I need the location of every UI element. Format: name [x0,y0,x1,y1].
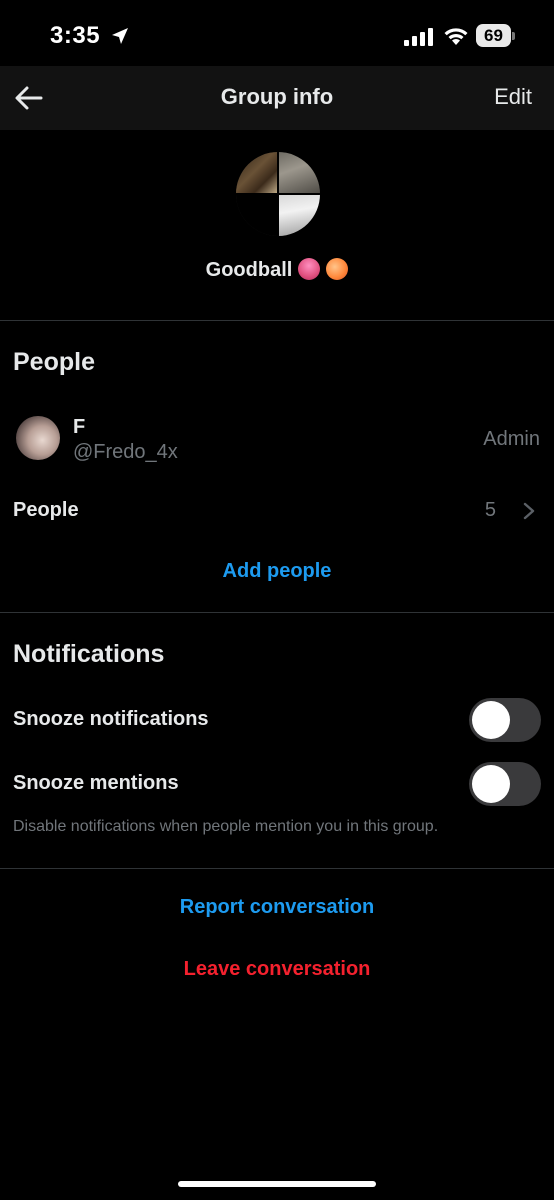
signal-icon [404,28,433,46]
group-name: Goodball [0,258,554,282]
avatar[interactable] [16,416,60,460]
people-list-row[interactable]: People 5 [0,486,554,536]
member-row[interactable]: F @Fredo_4x Admin [0,404,554,474]
people-section-heading: People [13,348,95,376]
people-row-label: People [13,499,79,521]
snooze-mentions-label: Snooze mentions [13,772,179,794]
group-name-text: Goodball [205,259,293,281]
page-title: Group info [220,84,334,109]
avatar-tile [278,152,320,194]
nav-bar: Group info Edit [0,66,554,130]
home-indicator[interactable] [178,1181,376,1187]
wifi-icon [444,28,468,45]
divider [0,320,554,321]
report-conversation-button[interactable]: Report conversation [0,896,554,919]
leave-conversation-button[interactable]: Leave conversation [0,958,554,981]
member-name: F [73,416,86,438]
snooze-mentions-helper-text: Disable notifications when people mentio… [13,818,439,835]
snooze-mentions-row: Snooze mentions [0,760,554,810]
battery-level: 69 [484,26,503,45]
location-arrow-icon [112,28,128,44]
divider [0,612,554,613]
snooze-mentions-toggle[interactable] [469,762,541,806]
avatar-tile [278,194,320,236]
toggle-knob [472,765,510,803]
peach-emoji-icon [326,258,349,280]
notifications-section-heading: Notifications [13,640,165,668]
arrow-left-icon[interactable] [14,84,44,112]
edit-button[interactable]: Edit [494,84,532,110]
avatar-tile [236,152,278,194]
battery-icon: 69 [476,24,516,48]
chevron-right-icon [523,502,535,520]
avatar-tile [236,194,278,236]
admin-badge: Admin [483,428,540,450]
snooze-notifications-row: Snooze notifications [0,696,554,746]
toggle-knob [472,701,510,739]
people-count: 5 [484,499,496,521]
status-bar: 3:35 69 [0,0,554,70]
status-time: 3:35 [50,22,101,49]
snooze-notifications-label: Snooze notifications [13,708,209,730]
member-handle: @Fredo_4x [73,441,178,463]
add-people-button[interactable]: Add people [0,560,554,583]
tongue-emoji-icon [298,258,321,280]
divider [0,868,554,869]
snooze-notifications-toggle[interactable] [469,698,541,742]
group-avatar[interactable] [236,152,320,236]
